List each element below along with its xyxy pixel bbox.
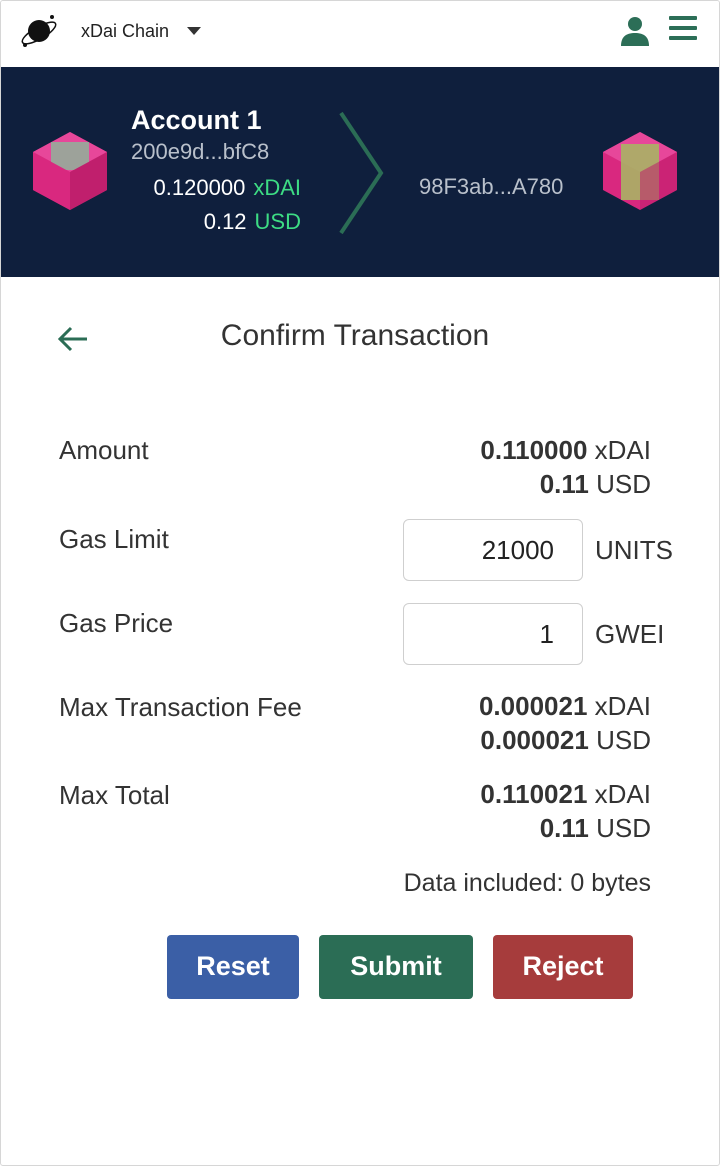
from-account-name: Account 1 [131,105,262,135]
balance-fiat-unit: USD [254,209,301,234]
max-total-native-value: 0.110021 [480,779,588,809]
max-fee-native: 0.000021 xDAI [479,691,651,722]
max-total-label: Max Total [59,780,170,810]
app-window: xDai Chain Account 1 200e9d...bfC8 0.120… [0,0,720,1166]
max-fee-label: Max Transaction Fee [59,692,302,722]
max-total-fiat-unit: USD [596,813,651,843]
max-total-native: 0.110021 xDAI [480,779,651,810]
amount-fiat: 0.11 USD [540,469,651,500]
to-account-address: 98F3ab...A780 [419,174,564,199]
amount-native-value: 0.110000 [480,435,588,465]
balance-fiat-value: 0.12 [203,209,247,234]
gas-limit-unit: UNITS [595,535,673,565]
balance-native-unit: xDAI [253,175,301,200]
from-account-address: 200e9d...bfC8 [131,139,270,164]
data-included-note: Data included: 0 bytes [403,869,651,897]
network-label: xDai Chain [81,20,170,41]
max-fee-native-unit: xDAI [594,691,651,721]
app-logo-icon [21,15,57,47]
user-icon[interactable] [619,15,651,47]
max-fee-fiat: 0.000021 USD [480,725,651,756]
max-total-fiat-value: 0.11 [539,813,589,843]
chevron-right-icon [339,111,384,235]
network-selector[interactable]: xDai Chain [81,17,202,45]
chevron-down-icon [187,27,202,35]
gas-price-label: Gas Price [59,608,174,638]
reject-button[interactable]: Reject [493,935,633,999]
max-fee-native-value: 0.000021 [478,691,588,721]
gas-limit-label: Gas Limit [59,524,169,554]
account-banner: Account 1 200e9d...bfC8 0.120000 xDAI 0.… [1,67,719,277]
amount-native-unit: xDAI [594,435,651,465]
max-total-fiat: 0.11 USD [540,813,651,844]
reset-button[interactable]: Reset [167,935,299,999]
max-fee-fiat-value: 0.000021 [480,725,589,755]
balance-native-value: 0.120000 [153,175,246,200]
page-title: Confirm Transaction [220,319,490,352]
hamburger-menu-icon[interactable] [669,16,697,44]
gas-price-input[interactable]: 1 [403,603,583,665]
amount-native: 0.110000 xDAI [480,435,651,466]
amount-fiat-value: 0.11 [539,469,589,499]
max-fee-fiat-unit: USD [596,725,651,755]
submit-button[interactable]: Submit [319,935,473,999]
amount-label: Amount [59,435,149,465]
from-account-avatar [33,132,107,210]
gas-price-unit: GWEI [595,619,665,649]
gas-limit-input[interactable]: 21000 [403,519,583,581]
from-balance-native: 0.120000 xDAI [154,175,301,201]
max-total-native-unit: xDAI [594,779,651,809]
to-account-avatar [603,132,677,210]
from-balance-fiat: 0.12 USD [204,209,301,235]
top-bar: xDai Chain [1,1,719,65]
amount-fiat-unit: USD [596,469,651,499]
